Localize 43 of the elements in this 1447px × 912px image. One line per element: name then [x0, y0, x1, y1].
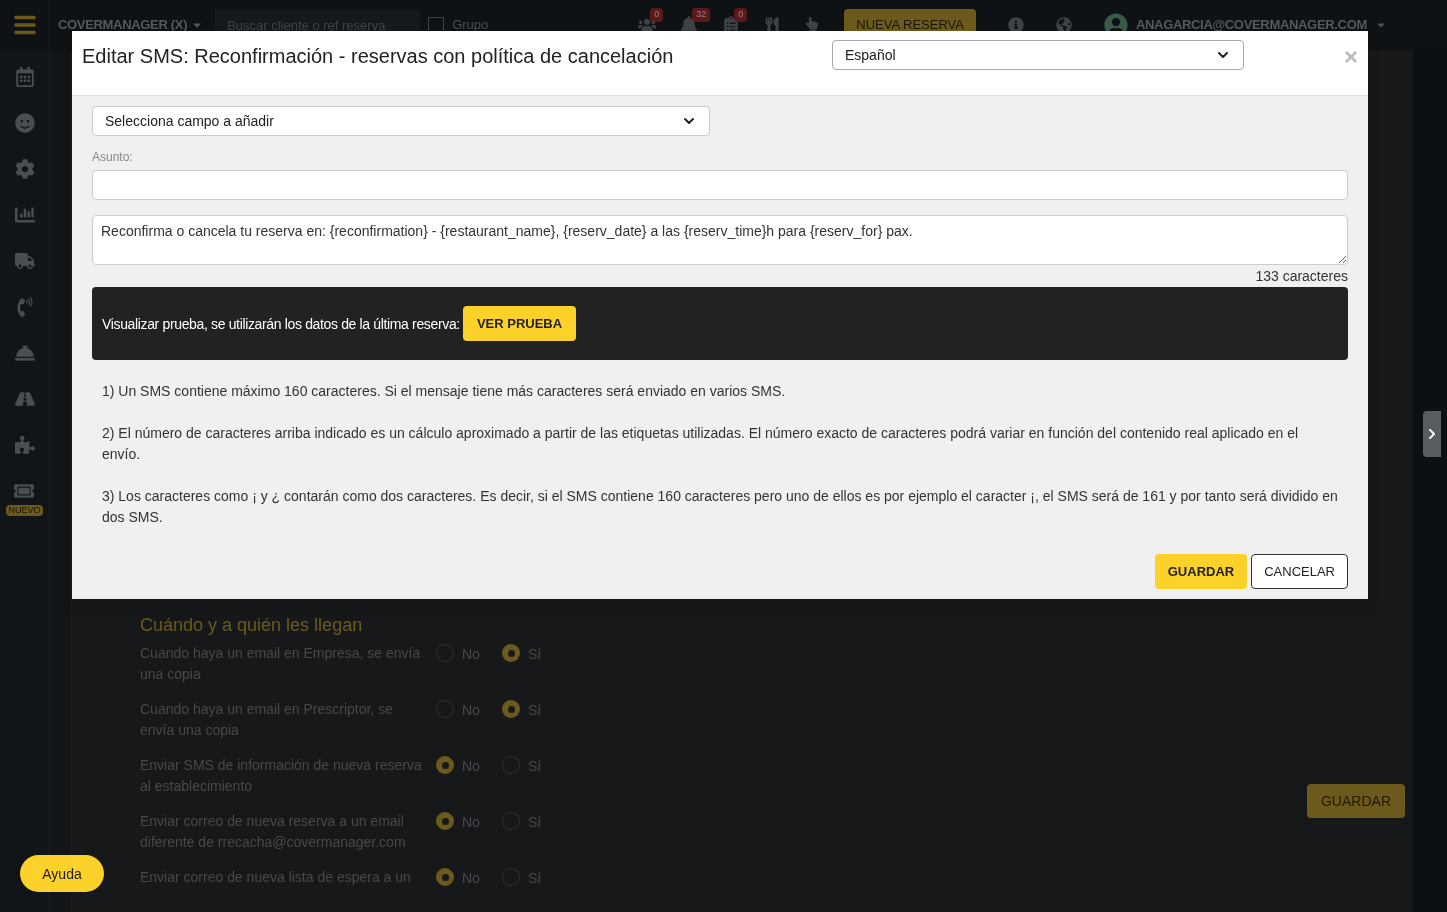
- subject-field[interactable]: [92, 170, 1348, 200]
- preview-text: Visualizar prueba, se utilizarán los datos de la última reserva:: [102, 314, 460, 334]
- radio-button[interactable]: [436, 812, 454, 830]
- chevron-icon: [1426, 428, 1438, 440]
- count-badge: 0: [650, 8, 664, 22]
- users-icon[interactable]: [638, 16, 657, 34]
- help-button[interactable]: Ayuda: [20, 855, 104, 892]
- radio-button[interactable]: [436, 868, 454, 886]
- preview-button[interactable]: VER PRUEBA: [462, 306, 577, 341]
- info-icon[interactable]: [1007, 17, 1024, 33]
- radio-button[interactable]: [502, 700, 520, 718]
- field-select[interactable]: Selecciona campo a añadir: [92, 106, 710, 136]
- calendar-icon[interactable]: [14, 67, 35, 87]
- truck-icon[interactable]: [14, 251, 35, 271]
- ticket-icon[interactable]: [14, 481, 35, 501]
- new-badge: NUEVO: [6, 505, 43, 517]
- puzzle-icon[interactable]: [14, 435, 35, 455]
- hand-icon[interactable]: [804, 17, 821, 33]
- checkbox-label: Grupo: [452, 16, 489, 35]
- settings-icon[interactable]: [14, 159, 35, 179]
- modal-title: Editar SMS: Reconfirmación - reservas con política de cancelación: [82, 44, 674, 69]
- character-count: 133 caracteres: [1255, 267, 1348, 286]
- language-select[interactable]: Español: [832, 40, 1244, 70]
- count-badge: 32: [692, 8, 711, 22]
- radio-button[interactable]: [436, 756, 454, 774]
- cancel-button[interactable]: CANCELAR: [1251, 554, 1348, 589]
- cloche-icon[interactable]: [14, 343, 35, 363]
- message-field[interactable]: Reconfirma o cancela tu reserva en: {reconfirmation} - {restaurant_name}, {reserv_date} a las {reserv_time}h para {reserv_for} pax.: [92, 215, 1348, 265]
- note-paragraph: 1) Un SMS contiene máximo 160 caracteres. Si el mensaje tiene más caracteres será enviado en varios SMS.: [102, 382, 787, 401]
- chart-icon[interactable]: [14, 205, 35, 225]
- menu-icon[interactable]: [12, 13, 37, 37]
- radio-button[interactable]: [502, 644, 520, 662]
- save-button[interactable]: GUARDAR: [1154, 554, 1248, 589]
- note-paragraph: 3) Los caracteres como ¡ y ¿ contarán como dos caracteres. Es decir, si el SMS contiene 160 caracteres pero uno de ellos es por ejemplo el caracter ¡, el SMS será de 161 y por tanto será dividido en dos SMS.: [102, 487, 1338, 527]
- count-badge: 0: [734, 8, 748, 22]
- road-icon[interactable]: [14, 389, 35, 409]
- bell-icon[interactable]: [680, 16, 699, 34]
- panel-toggle[interactable]: [1423, 411, 1441, 457]
- note-paragraph: 2) El número de caracteres arriba indicado es un cálculo aproximado a partir de las etiquetas utilizadas. El número exacto de caracteres podrá variar en función del contenido real aplicado en el envío.: [102, 424, 1300, 464]
- utensils-icon[interactable]: [764, 17, 781, 33]
- section-title: Cuándo y a quién les llegan: [140, 614, 364, 637]
- field-label: Asunto:: [92, 149, 134, 166]
- face-icon[interactable]: [14, 113, 35, 133]
